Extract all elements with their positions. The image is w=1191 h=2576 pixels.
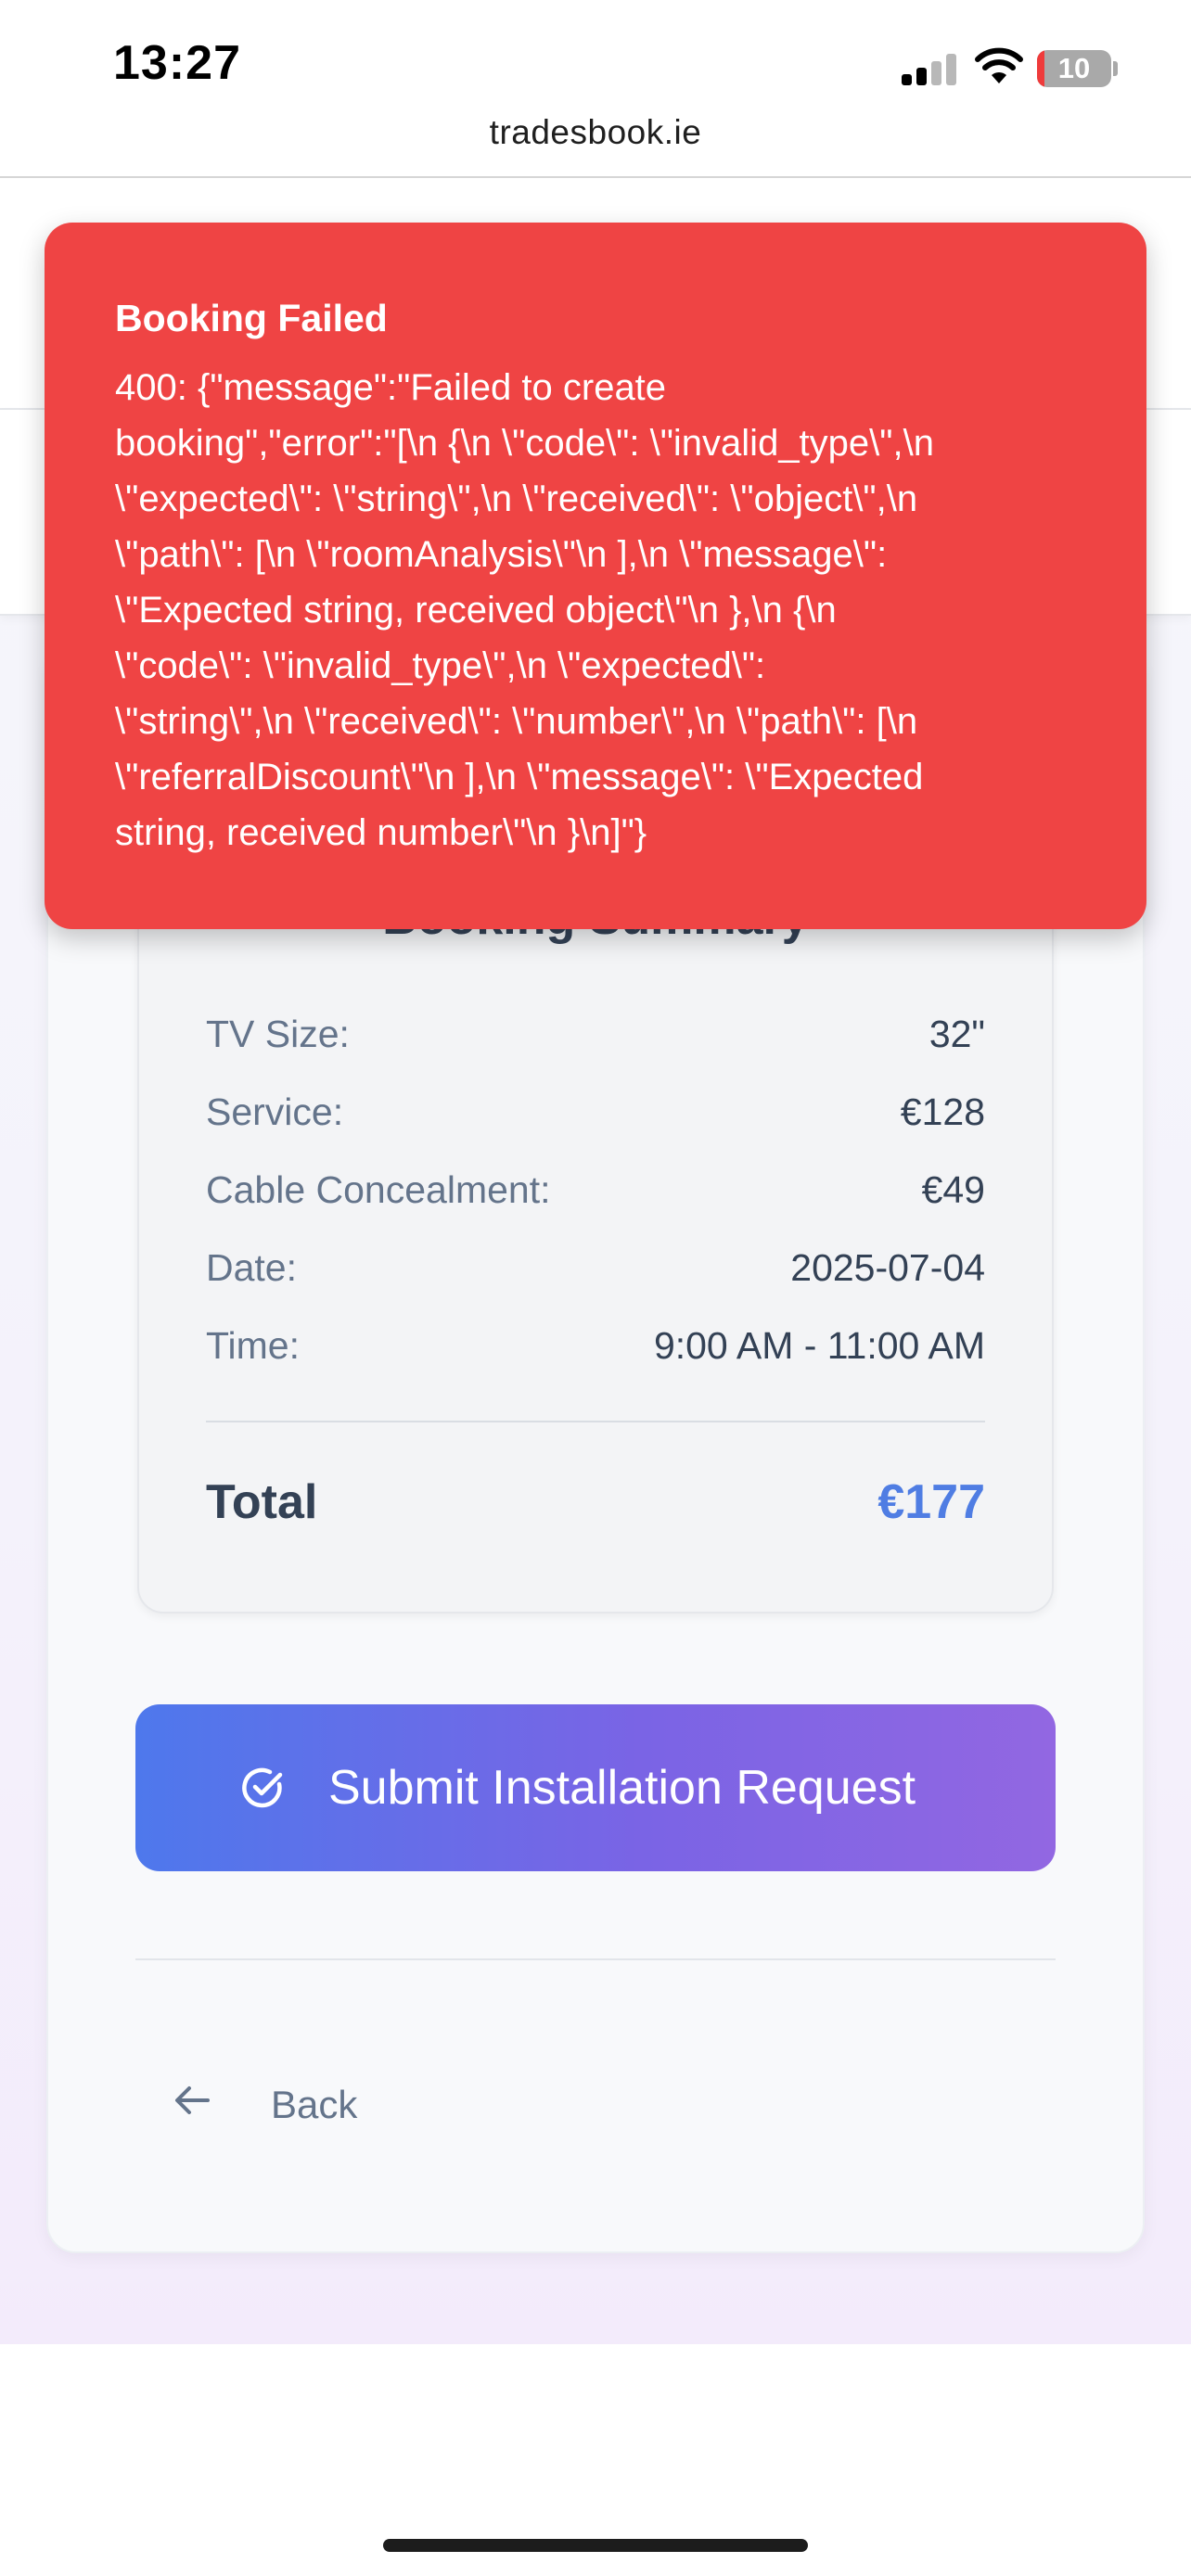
- toast-message-line: \"code\": \"invalid_type\",\n \"expected…: [115, 645, 766, 686]
- service-value: €128: [900, 1090, 985, 1133]
- battery-icon: 10: [1037, 50, 1111, 87]
- toast-message-line: \"Expected string, received object\"\n }…: [115, 590, 837, 631]
- toast-message-line: string, received number\"\n }\n]"}: [115, 812, 647, 853]
- card-divider: [135, 1958, 1056, 1960]
- error-toast[interactable]: Booking Failed 400: {"message":"Failed t…: [45, 223, 1146, 929]
- toast-message-line: \"path\": [\n \"roomAnalysis\"\n ],\n \"…: [115, 534, 888, 575]
- cable-concealment-value: €49: [921, 1168, 985, 1211]
- toast-title: Booking Failed: [115, 297, 388, 339]
- service-label: Service:: [206, 1090, 344, 1133]
- signal-icon: [902, 54, 957, 85]
- arrow-left-icon: [175, 2086, 210, 2114]
- home-indicator[interactable]: [383, 2539, 808, 2552]
- battery-level: 10: [1057, 52, 1091, 84]
- date-label: Date:: [206, 1246, 297, 1289]
- check-circle-icon: [242, 1767, 283, 1808]
- total-value: €177: [877, 1475, 985, 1529]
- summary-divider: [206, 1421, 985, 1422]
- time-label: Time:: [206, 1324, 300, 1367]
- battery-cap: [1113, 61, 1118, 76]
- browser-url[interactable]: tradesbook.ie: [0, 113, 1191, 152]
- status-time: 13:27: [113, 36, 241, 90]
- toast-message-line: \"string\",\n \"received\": \"number\",\…: [115, 701, 918, 742]
- tv-size-label: TV Size:: [206, 1013, 350, 1055]
- submit-button-label: Submit Installation Request: [328, 1761, 916, 1815]
- time-value: 9:00 AM - 11:00 AM: [653, 1324, 985, 1367]
- wifi-icon: [975, 47, 1023, 83]
- tv-size-value: 32": [928, 1013, 985, 1055]
- toast-message-line: \"referralDiscount\"\n ],\n \"message\":…: [115, 757, 924, 797]
- cable-concealment-label: Cable Concealment:: [206, 1168, 551, 1211]
- date-value: 2025-07-04: [790, 1246, 985, 1289]
- toast-message-line: 400: {"message":"Failed to create: [115, 367, 667, 408]
- status-bar: 13:27 10 tradesbook.ie: [0, 0, 1191, 178]
- total-label: Total: [206, 1475, 318, 1529]
- toast-message: 400: {"message":"Failed to create bookin…: [115, 360, 1089, 861]
- back-label: Back: [271, 2083, 358, 2126]
- toast-message-line: \"expected\": \"string\",\n \"received\"…: [115, 478, 918, 519]
- toast-message-line: booking","error":"[\n {\n \"code\": \"in…: [115, 423, 934, 464]
- back-button[interactable]: Back: [173, 2064, 395, 2157]
